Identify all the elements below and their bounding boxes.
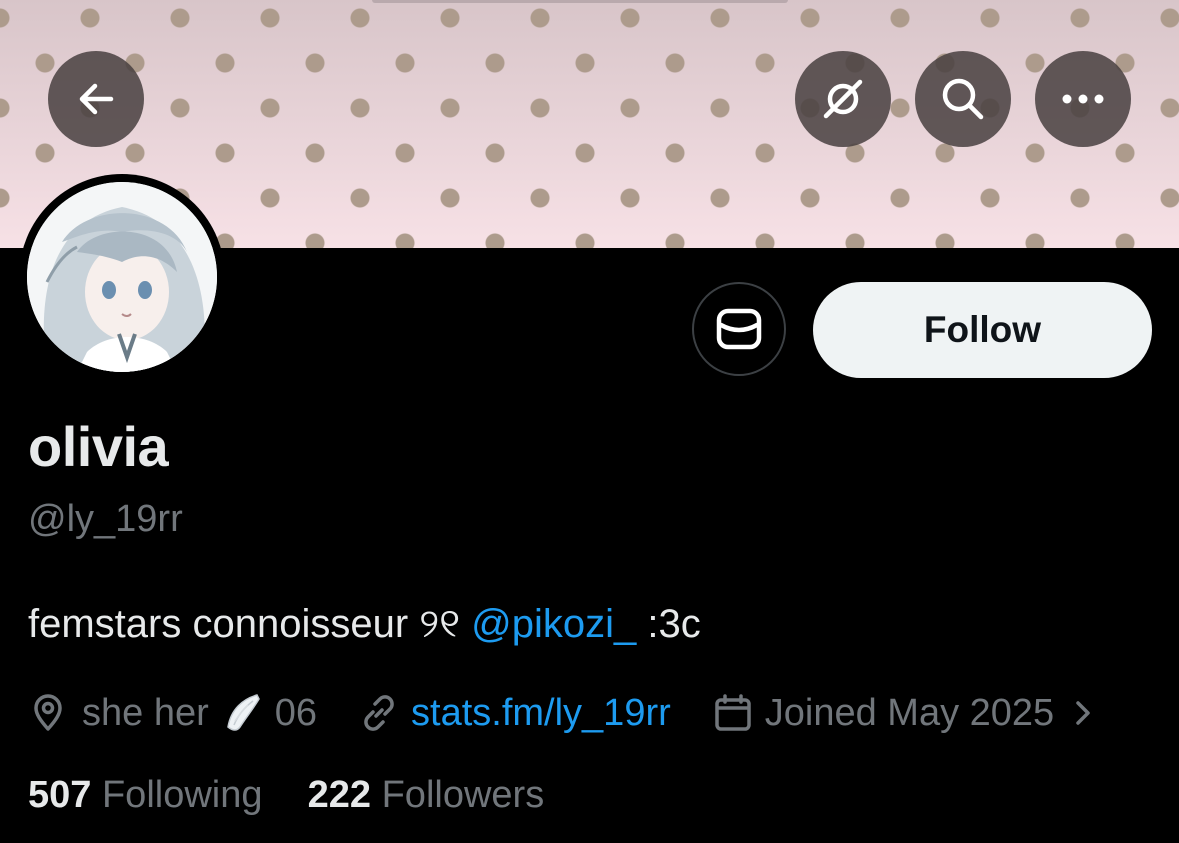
banner-grip <box>372 0 788 3</box>
followers-stat[interactable]: 222 Followers <box>308 774 545 816</box>
follow-stats: 507 Following 222 Followers <box>28 774 544 817</box>
following-count: 507 <box>28 774 92 816</box>
bio-suffix: :3c <box>636 602 701 646</box>
search-icon <box>942 78 984 120</box>
following-stat[interactable]: 507 Following <box>28 774 263 816</box>
follow-button[interactable]: Follow <box>813 282 1152 378</box>
bio-mention-link[interactable]: @pikozi_ <box>471 602 636 646</box>
avatar[interactable] <box>19 174 225 380</box>
avatar-image <box>27 182 217 372</box>
display-name: olivia <box>28 415 169 478</box>
location-extra-text: 06 <box>274 691 318 734</box>
followers-count: 222 <box>307 774 372 816</box>
joined-date: Joined May 2025 <box>764 691 1055 734</box>
wing-emoji <box>226 694 260 731</box>
grok-button[interactable] <box>795 51 891 147</box>
website-link[interactable]: stats.fm/ly_19rr <box>411 692 671 735</box>
profile-meta-row: she her 06 stats.fm/ly_19rr Joined May 2… <box>28 688 1098 738</box>
arrow-left-icon <box>79 83 114 115</box>
link-icon <box>364 695 394 731</box>
following-label: Following <box>101 774 263 816</box>
search-button[interactable] <box>915 51 1011 147</box>
username-handle: @ly_19rr <box>28 498 183 540</box>
bio-text: femstars connoisseur ୨୧ <box>28 602 472 646</box>
bio: femstars connoisseur ୨୧ @pikozi_ :3c <box>28 602 701 647</box>
location-pin-icon <box>34 694 62 731</box>
more-horizontal-icon <box>1062 94 1104 104</box>
calendar-icon <box>715 694 751 731</box>
followers-label: Followers <box>381 774 545 816</box>
back-button[interactable] <box>48 51 144 147</box>
chevron-right-icon[interactable] <box>1068 693 1098 733</box>
location-text: she her <box>82 691 209 734</box>
envelope-icon <box>716 308 762 350</box>
slash-circle-icon <box>823 79 863 119</box>
message-button[interactable] <box>692 282 786 376</box>
more-button[interactable] <box>1035 51 1131 147</box>
